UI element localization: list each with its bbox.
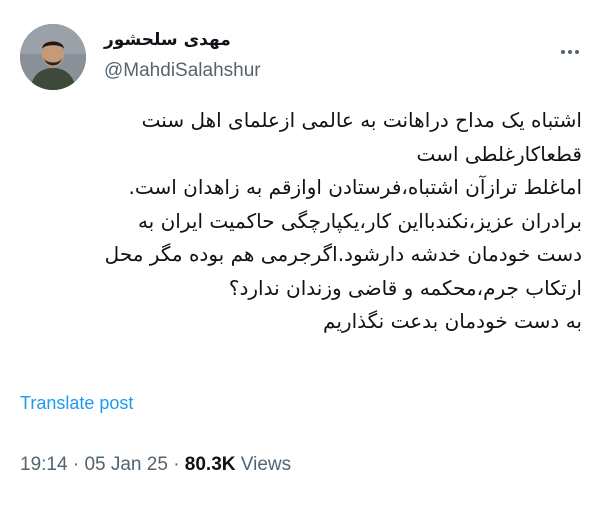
avatar[interactable] [20,24,86,90]
more-options-icon[interactable] [558,40,582,64]
tweet-text: اشتباه یک مداح دراهانت به عالمی ازعلمای … [18,104,582,339]
post-time[interactable]: 19:14 [20,454,68,475]
meta-separator: · [173,454,180,475]
tweet-line: برادران عزیز،نکندبااین کار،یکپارچگی حاکم… [137,208,582,233]
tweet-line: دست خودمان خدشه دارشود.اگرجرمی هم بوده م… [104,242,582,266]
views-count[interactable]: 80.3K [185,454,236,475]
views-label[interactable]: Views [241,454,291,475]
translate-post-link[interactable]: Translate post [20,393,133,414]
author-handle[interactable]: @MahdiSalahshur [104,60,261,82]
tweet-line: قطعاکارغلطی است [416,141,582,166]
tweet-line: ارتکاب جرم،محکمه و قاضی وزندان ندارد؟ [228,275,582,300]
tweet-metadata: 19:14 · 05 Jan 25 · 80.3K Views [20,454,291,476]
tweet-line: اشتباه یک مداح دراهانت به عالمی ازعلمای … [141,108,582,132]
tweet-line: اماغلط ترازآن اشتباه،فرستادن اوازقم به ز… [128,175,582,199]
avatar-photo [20,24,86,90]
meta-separator: · [72,454,80,475]
author-display-name[interactable]: مهدی سلحشور [104,30,231,50]
post-date[interactable]: 05 Jan 25 [84,454,167,475]
tweet-line: به دست خودمان بدعت نگذاریم [323,309,582,333]
